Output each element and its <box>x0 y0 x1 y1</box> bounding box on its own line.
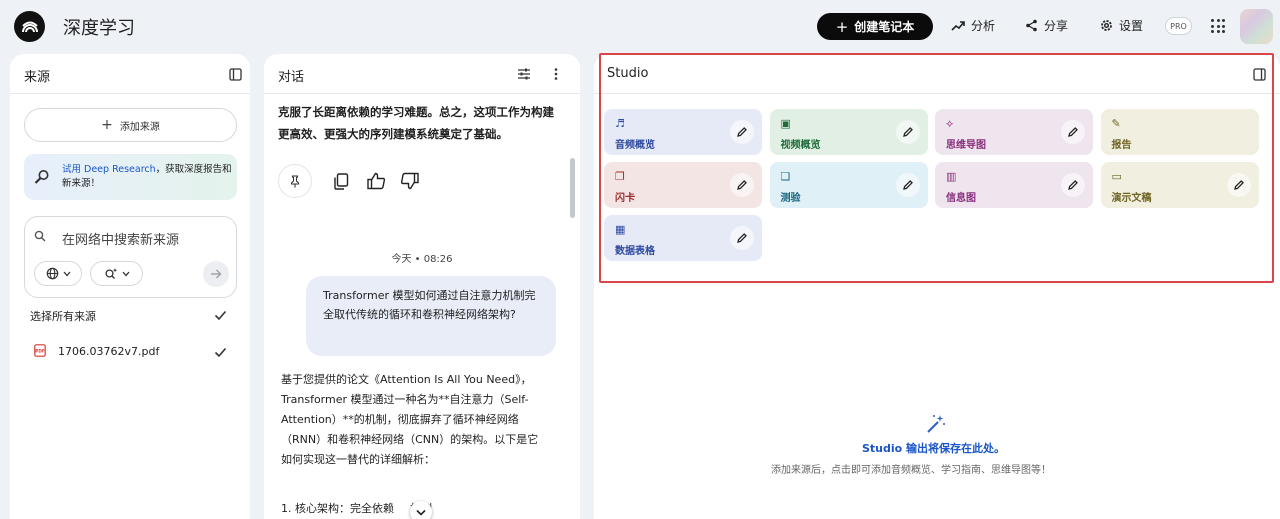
apps-grid-icon[interactable] <box>1211 19 1225 33</box>
user-message-bubble: Transformer 模型如何通过自注意力机制完全取代传统的循环和卷积神经网络… <box>306 276 556 356</box>
magic-wand-icon <box>927 415 945 433</box>
collapse-panel-icon[interactable] <box>229 68 242 81</box>
chat-header: 对话 <box>264 54 580 94</box>
research-mode-dropdown[interactable] <box>90 261 143 286</box>
web-search-box: 在网络中搜索新来源 <box>24 216 237 298</box>
checkmark-icon <box>214 310 227 321</box>
copy-icon <box>334 172 349 190</box>
tune-settings-icon[interactable] <box>517 67 531 81</box>
analytics-button[interactable]: 分析 <box>951 17 995 34</box>
analytics-label: 分析 <box>971 19 996 33</box>
add-source-label: 添加来源 <box>119 121 160 133</box>
web-search-input[interactable]: 在网络中搜索新来源 <box>62 229 179 248</box>
studio-empty-subtitle: 添加来源后，点击即可添加音频概览、学习指南、思维导图等！ <box>771 465 1051 476</box>
assistant-answer-text: 基于您提供的论文《Attention Is All You Need》，Tran… <box>281 373 539 466</box>
select-all-checkbox[interactable] <box>213 308 228 323</box>
sources-header: 来源 <box>10 54 250 94</box>
create-notebook-label: 创建笔记本 <box>854 20 915 34</box>
thumbs-up-icon <box>366 172 385 190</box>
sparkle-search-icon <box>104 268 117 279</box>
chat-scrollbar[interactable] <box>570 158 575 218</box>
chevron-down-icon <box>63 271 70 276</box>
share-icon <box>1026 19 1037 32</box>
globe-icon <box>46 267 58 280</box>
more-vert-icon[interactable] <box>554 67 558 81</box>
chat-panel: 对话 克服了长距离依赖的学习难题。总之，这项工作为构建更高效、更强大的序列建模系… <box>264 54 580 519</box>
submit-search-button[interactable] <box>203 261 229 287</box>
pdf-file-icon: PDF <box>34 344 46 357</box>
chat-title: 对话 <box>278 70 305 85</box>
studio-empty-title: Studio 输出将保存在此处。 <box>862 442 1006 455</box>
search-icon <box>34 230 46 242</box>
thumbs-down-button[interactable] <box>398 164 420 198</box>
thumbs-down-icon <box>400 172 419 190</box>
top-bar: 深度学习 + 创建笔记本 分析 分享 设置 PRO <box>0 0 1280 52</box>
avatar[interactable] <box>1240 9 1273 44</box>
thumbs-up-button[interactable] <box>365 164 387 198</box>
chevron-down-icon <box>122 271 129 276</box>
web-source-dropdown[interactable] <box>34 261 82 286</box>
pro-badge: PRO <box>1165 17 1192 35</box>
source-file-checkbox[interactable] <box>213 345 228 360</box>
date-separator: 今天 • 08:26 <box>391 254 453 265</box>
arrow-right-icon <box>211 269 222 279</box>
magnifier-icon <box>34 170 49 184</box>
sources-panel: 来源 + 添加来源 试用 Deep Research，获取深度报告和新来源！ 在… <box>10 54 250 519</box>
pin-to-note-button[interactable] <box>278 164 312 198</box>
plus-icon: + <box>835 17 849 36</box>
deep-research-link[interactable]: 试用 Deep Research <box>62 164 156 175</box>
deep-research-text: 试用 Deep Research，获取深度报告和新来源！ <box>62 164 232 189</box>
chat-messages: 克服了长距离依赖的学习难题。总之，这项工作为构建更高效、更强大的序列建模系统奠定… <box>264 95 580 519</box>
trending-up-icon <box>951 20 965 31</box>
deep-research-card[interactable]: 试用 Deep Research，获取深度报告和新来源！ <box>24 154 237 200</box>
select-all-label: 选择所有来源 <box>30 310 96 323</box>
studio-highlight-outline <box>599 53 1274 283</box>
scroll-to-bottom-button[interactable] <box>410 501 432 519</box>
settings-button[interactable]: 设置 <box>1100 17 1143 34</box>
sources-title: 来源 <box>24 70 51 85</box>
share-button[interactable]: 分享 <box>1025 17 1068 34</box>
chevron-down-icon <box>416 509 426 516</box>
notebook-title[interactable]: 深度学习 <box>63 14 135 40</box>
notebook-logo-icon[interactable] <box>14 11 45 42</box>
settings-label: 设置 <box>1119 19 1144 33</box>
pin-icon <box>290 174 300 187</box>
source-file-name[interactable]: 1706.03762v7.pdf <box>58 345 159 358</box>
copy-button[interactable] <box>331 164 351 198</box>
share-label: 分享 <box>1044 19 1069 33</box>
plus-icon: + <box>101 117 113 133</box>
checkmark-icon <box>214 347 227 358</box>
gear-icon <box>1101 20 1112 31</box>
svg-text:PDF: PDF <box>35 349 45 354</box>
add-source-button[interactable]: + 添加来源 <box>24 108 237 142</box>
create-notebook-button[interactable]: + 创建笔记本 <box>817 13 933 40</box>
previous-answer-text: 克服了长距离依赖的学习难题。总之，这项工作为构建更高效、更强大的序列建模系统奠定… <box>278 105 554 141</box>
